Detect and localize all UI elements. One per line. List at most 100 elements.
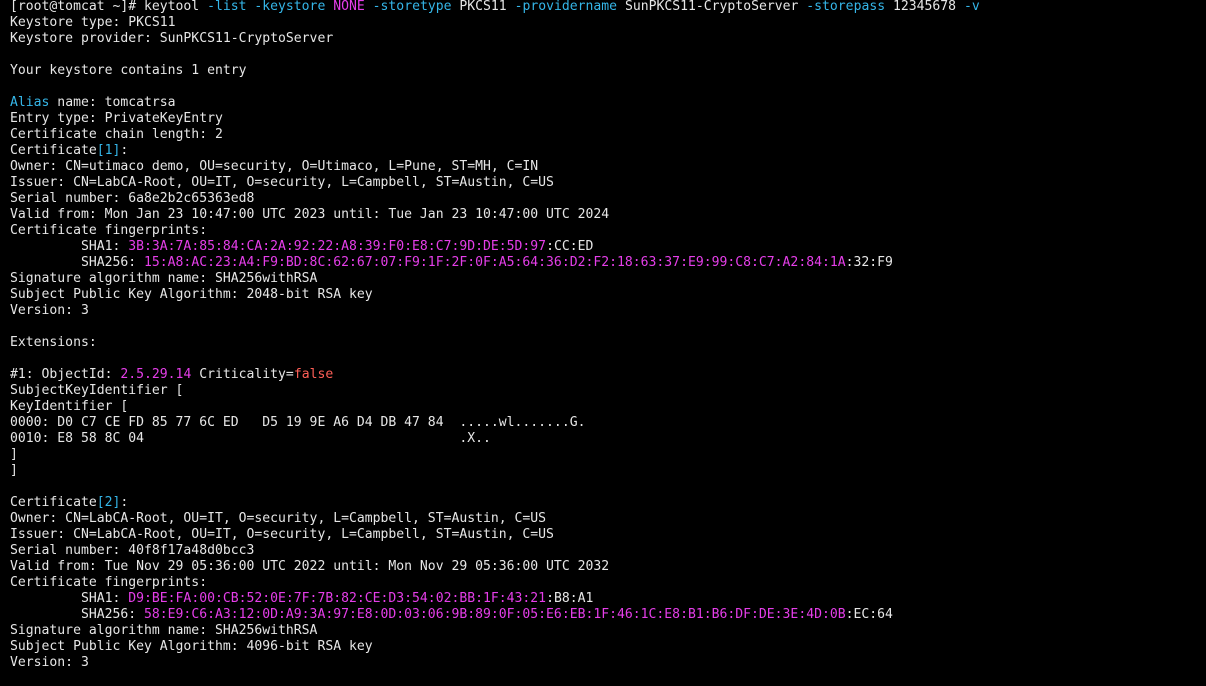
terminal-text: 0000: D0 C7 CE FD 85 77 6C ED D5 19 9E A… bbox=[10, 415, 586, 430]
terminal-text: Owner: CN=utimaco demo, OU=security, O=U… bbox=[10, 159, 539, 174]
highlighted-text: [2] bbox=[96, 495, 121, 510]
terminal-line: Serial number: 6a8e2b2c65363ed8 bbox=[10, 191, 1206, 207]
terminal-line: Certificate fingerprints: bbox=[10, 575, 1206, 591]
highlighted-text: -providername bbox=[514, 0, 618, 14]
terminal-text: Version: 3 bbox=[10, 655, 89, 670]
terminal-text: :EC:64 bbox=[845, 607, 893, 622]
terminal-line: Issuer: CN=LabCA-Root, OU=IT, O=security… bbox=[10, 527, 1206, 543]
terminal-line: Certificate[1]: bbox=[10, 143, 1206, 159]
terminal-line: 0000: D0 C7 CE FD 85 77 6C ED D5 19 9E A… bbox=[10, 415, 1206, 431]
terminal-text: Certificate bbox=[10, 143, 97, 158]
terminal-text: Your keystore contains 1 entry bbox=[10, 63, 247, 78]
terminal-line: Owner: CN=utimaco demo, OU=security, O=U… bbox=[10, 159, 1206, 175]
terminal-line: Signature algorithm name: SHA256withRSA bbox=[10, 623, 1206, 639]
terminal-output[interactable]: [root@tomcat ~]# keytool -list -keystore… bbox=[0, 0, 1206, 686]
terminal-line: #1: ObjectId: 2.5.29.14 Criticality=fals… bbox=[10, 367, 1206, 383]
terminal-text: Owner: CN=LabCA-Root, OU=IT, O=security,… bbox=[10, 511, 547, 526]
terminal-line: Alias name: tomcatrsa bbox=[10, 95, 1206, 111]
terminal-text: SHA1: bbox=[10, 239, 129, 254]
terminal-text: ] bbox=[10, 463, 18, 478]
terminal-line: Version: 3 bbox=[10, 655, 1206, 671]
terminal-text: Keystore provider: SunPKCS11-CryptoServe… bbox=[10, 31, 334, 46]
terminal-line: SHA256: 58:E9:C6:A3:12:0D:A9:3A:97:E8:0D… bbox=[10, 607, 1206, 623]
terminal-text: Entry type: PrivateKeyEntry bbox=[10, 111, 223, 126]
terminal-text: SubjectKeyIdentifier [ bbox=[10, 383, 184, 398]
terminal-line: Valid from: Tue Nov 29 05:36:00 UTC 2022… bbox=[10, 559, 1206, 575]
terminal-text: Certificate bbox=[10, 495, 97, 510]
terminal-line: [root@tomcat ~]# keytool -list -keystore… bbox=[10, 0, 1206, 15]
terminal-line: Subject Public Key Algorithm: 4096-bit R… bbox=[10, 639, 1206, 655]
terminal-line: 0010: E8 58 8C 04 .X.. bbox=[10, 431, 1206, 447]
terminal-text: :B8:A1 bbox=[546, 591, 594, 606]
terminal-text: Certificate chain length: 2 bbox=[10, 127, 223, 142]
terminal-text: Signature algorithm name: SHA256withRSA bbox=[10, 623, 318, 638]
terminal-text: Serial number: 40f8f17a48d0bcc3 bbox=[10, 543, 255, 558]
terminal-line: Valid from: Mon Jan 23 10:47:00 UTC 2023… bbox=[10, 207, 1206, 223]
highlighted-text: NONE bbox=[333, 0, 365, 14]
highlighted-text: [1] bbox=[96, 143, 121, 158]
terminal-text: Issuer: CN=LabCA-Root, OU=IT, O=security… bbox=[10, 175, 554, 190]
terminal-text: SHA1: bbox=[10, 591, 129, 606]
terminal-line: Entry type: PrivateKeyEntry bbox=[10, 111, 1206, 127]
terminal-text: 12345678 bbox=[885, 0, 964, 14]
terminal-line: SHA256: 15:A8:AC:23:A4:F9:BD:8C:62:67:07… bbox=[10, 255, 1206, 271]
terminal-line: KeyIdentifier [ bbox=[10, 399, 1206, 415]
terminal-text: Criticality= bbox=[191, 367, 294, 382]
terminal-line: Extensions: bbox=[10, 335, 1206, 351]
terminal-text: SHA256: bbox=[10, 607, 145, 622]
terminal-line: Certificate[2]: bbox=[10, 495, 1206, 511]
terminal-text: KeyIdentifier [ bbox=[10, 399, 129, 414]
terminal-text: Serial number: 6a8e2b2c65363ed8 bbox=[10, 191, 255, 206]
highlighted-text: -storepass bbox=[806, 0, 886, 14]
terminal-line: Your keystore contains 1 entry bbox=[10, 63, 1206, 79]
terminal-text: [root@tomcat ~]# keytool bbox=[10, 0, 208, 14]
terminal-text: Extensions: bbox=[10, 335, 97, 350]
terminal-line: Issuer: CN=LabCA-Root, OU=IT, O=security… bbox=[10, 175, 1206, 191]
terminal-text: : bbox=[120, 143, 129, 158]
highlighted-text: 58:E9:C6:A3:12:0D:A9:3A:97:E8:0D:03:06:9… bbox=[144, 607, 846, 622]
terminal-text: Certificate fingerprints: bbox=[10, 575, 208, 590]
terminal-text: Subject Public Key Algorithm: 4096-bit R… bbox=[10, 639, 373, 654]
highlighted-text: D9:BE:FA:00:CB:52:0E:7F:7B:82:CE:D3:54:0… bbox=[128, 591, 547, 606]
terminal-text: 0010: E8 58 8C 04 .X.. bbox=[10, 431, 491, 446]
terminal-text: name: tomcatrsa bbox=[49, 95, 176, 110]
terminal-line: Version: 3 bbox=[10, 303, 1206, 319]
terminal-line: ] bbox=[10, 463, 1206, 479]
terminal-line: Certificate chain length: 2 bbox=[10, 127, 1206, 143]
highlighted-text: -storetype bbox=[372, 0, 452, 14]
terminal-line: Certificate fingerprints: bbox=[10, 223, 1206, 239]
terminal-text: SunPKCS11-CryptoServer bbox=[617, 0, 807, 14]
terminal-text: :32:F9 bbox=[845, 255, 893, 270]
terminal-text: #1: ObjectId: bbox=[10, 367, 121, 382]
terminal-text: Certificate fingerprints: bbox=[10, 223, 208, 238]
terminal-text: Version: 3 bbox=[10, 303, 89, 318]
terminal-line: Signature algorithm name: SHA256withRSA bbox=[10, 271, 1206, 287]
terminal-text: PKCS11 bbox=[451, 0, 515, 14]
terminal-text: SHA256: bbox=[10, 255, 145, 270]
terminal-line: Subject Public Key Algorithm: 2048-bit R… bbox=[10, 287, 1206, 303]
terminal-text: Valid from: Mon Jan 23 10:47:00 UTC 2023… bbox=[10, 207, 610, 222]
highlighted-text: false bbox=[293, 367, 334, 382]
highlighted-text: 15:A8:AC:23:A4:F9:BD:8C:62:67:07:F9:1F:2… bbox=[144, 255, 846, 270]
terminal-line: Keystore type: PKCS11 bbox=[10, 15, 1206, 31]
highlighted-text: -v bbox=[963, 0, 980, 14]
terminal-line: Serial number: 40f8f17a48d0bcc3 bbox=[10, 543, 1206, 559]
highlighted-text: -list -keystore bbox=[207, 0, 326, 14]
terminal-text: Issuer: CN=LabCA-Root, OU=IT, O=security… bbox=[10, 527, 554, 542]
terminal-line: SHA1: D9:BE:FA:00:CB:52:0E:7F:7B:82:CE:D… bbox=[10, 591, 1206, 607]
highlighted-text: Alias bbox=[10, 95, 50, 110]
terminal-text: ] bbox=[10, 447, 18, 462]
terminal-line: ] bbox=[10, 447, 1206, 463]
terminal-text: Keystore type: PKCS11 bbox=[10, 15, 176, 30]
terminal-text: Signature algorithm name: SHA256withRSA bbox=[10, 271, 318, 286]
terminal-text: Subject Public Key Algorithm: 2048-bit R… bbox=[10, 287, 373, 302]
terminal-line: SHA1: 3B:3A:7A:85:84:CA:2A:92:22:A8:39:F… bbox=[10, 239, 1206, 255]
terminal-line: Keystore provider: SunPKCS11-CryptoServe… bbox=[10, 31, 1206, 47]
highlighted-text: 3B:3A:7A:85:84:CA:2A:92:22:A8:39:F0:E8:C… bbox=[128, 239, 547, 254]
terminal-text: : bbox=[120, 495, 129, 510]
